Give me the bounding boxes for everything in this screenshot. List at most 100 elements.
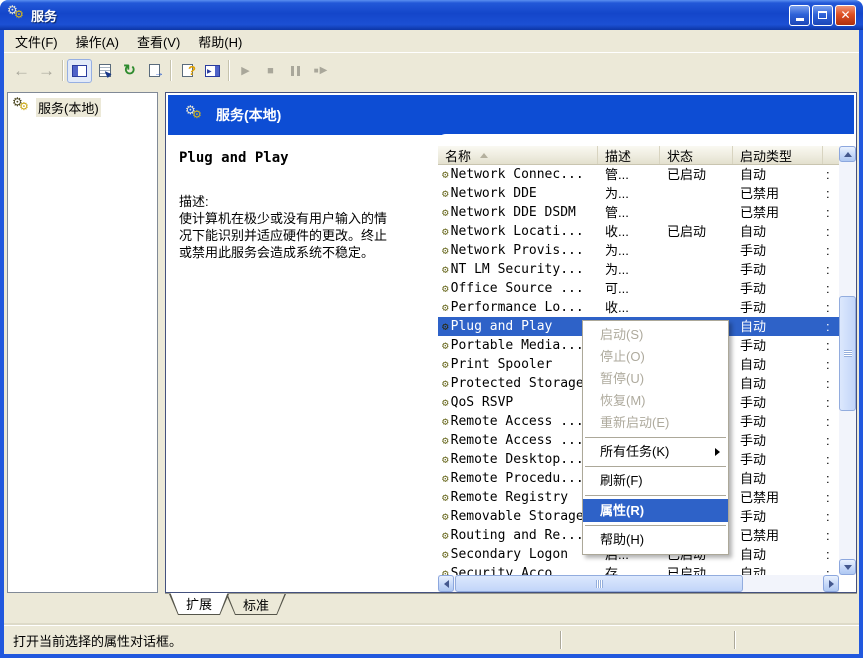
column-header-4[interactable]: 启动类型 [733, 146, 823, 164]
service-row[interactable]: ⚙NT LM Security...为...手动: [438, 260, 839, 279]
service-row[interactable]: ⚙Network Connec...管...已启动自动: [438, 165, 839, 184]
maximize-icon [818, 11, 827, 19]
context-menu-item-resume[interactable]: 恢复(M) [583, 390, 728, 412]
minimize-button[interactable] [789, 5, 810, 26]
service-logon-clip-cell: : [823, 526, 837, 545]
column-header-1[interactable]: 名称 [438, 146, 598, 164]
help-icon [182, 64, 193, 77]
tab-extended[interactable]: 扩展 [169, 594, 229, 615]
service-logon-clip-cell: : [823, 412, 837, 431]
menu-separator [585, 437, 726, 438]
scroll-right-icon [829, 580, 838, 588]
service-name-cell: ⚙Removable Storage [438, 507, 598, 526]
export-list-icon [149, 64, 160, 77]
stop-service-button[interactable] [258, 59, 283, 83]
menu-item-1[interactable]: 操作(A) [67, 30, 128, 53]
service-row[interactable]: ⚙Performance Lo...收...手动: [438, 298, 839, 317]
column-header-2[interactable]: 描述 [598, 146, 660, 164]
vertical-scrollbar[interactable] [839, 146, 856, 575]
service-startup-cell: 手动 [733, 279, 823, 298]
service-gear-icon: ⚙ [442, 416, 449, 427]
column-header-3[interactable]: 状态 [660, 146, 733, 164]
service-gear-icon: ⚙ [442, 302, 449, 313]
tree-item-label: 服务(本地) [36, 98, 101, 117]
service-startup-cell: 自动 [733, 469, 823, 488]
context-menu-item-all-tasks[interactable]: 所有任务(K) [583, 441, 728, 463]
service-logon-clip-cell: : [823, 355, 837, 374]
pause-icon [291, 66, 300, 76]
context-menu-item-restart[interactable]: 重新启动(E) [583, 412, 728, 434]
service-name-cell: ⚙QoS RSVP [438, 393, 598, 412]
menu-item-2[interactable]: 查看(V) [128, 30, 189, 53]
forward-button[interactable] [34, 59, 59, 83]
service-row[interactable]: ⚙Network Provis...为...手动: [438, 241, 839, 260]
restart-service-button[interactable] [308, 59, 333, 83]
services-gears-icon: ⚙⚙ [12, 100, 31, 115]
service-logon-clip-cell: : [823, 431, 837, 450]
context-menu-item-help[interactable]: 帮助(H) [583, 529, 728, 551]
menu-separator [585, 495, 726, 496]
scroll-left-icon [440, 580, 449, 588]
properties-button[interactable] [92, 59, 117, 83]
service-row[interactable]: ⚙Network Locati...收...已启动自动: [438, 222, 839, 241]
back-button[interactable] [9, 59, 34, 83]
service-name-cell: ⚙Network Locati... [438, 222, 598, 241]
service-logon-clip-cell: : [823, 545, 837, 564]
service-startup-cell: 手动 [733, 336, 823, 355]
service-startup-cell: 手动 [733, 412, 823, 431]
menu-item-3[interactable]: 帮助(H) [189, 30, 251, 53]
refresh-button[interactable] [117, 59, 142, 83]
context-menu-item-refresh[interactable]: 刷新(F) [583, 470, 728, 492]
service-status-cell: 已启动 [660, 222, 733, 241]
action-pane-icon [205, 65, 220, 77]
service-desc-cell: 为... [598, 241, 660, 260]
service-desc-cell: 为... [598, 260, 660, 279]
service-gear-icon: ⚙ [442, 283, 449, 294]
service-gear-icon: ⚙ [442, 359, 449, 370]
service-name-cell: ⚙Remote Procedu... [438, 469, 598, 488]
details-header-band: ⚙⚙ 服务(本地) [168, 95, 854, 135]
service-startup-cell: 已禁用 [733, 203, 823, 222]
details-pane: ⚙⚙ 服务(本地) Plug and Play 描述: 使计算机在极少或没有用户… [165, 92, 857, 593]
service-logon-clip-cell: : [823, 336, 837, 355]
tab-standard[interactable]: 标准 [226, 594, 286, 615]
service-name-cell: ⚙Network DDE DSDM [438, 203, 598, 222]
scroll-left-button[interactable] [438, 575, 454, 592]
vertical-scroll-thumb[interactable] [839, 296, 856, 411]
service-row[interactable]: ⚙Network DDE为...已禁用: [438, 184, 839, 203]
service-name-cell: ⚙Plug and Play [438, 317, 598, 336]
list-header: 名称描述状态启动类型 [438, 146, 839, 165]
service-logon-clip-cell: : [823, 469, 837, 488]
toolbar-separator [62, 60, 64, 81]
context-menu-item-start[interactable]: 启动(S) [583, 324, 728, 346]
export-list-button[interactable] [142, 59, 167, 83]
console-tree-icon [72, 65, 87, 77]
status-divider [734, 631, 736, 649]
scroll-up-button[interactable] [839, 146, 856, 162]
close-button[interactable]: ✕ [835, 5, 856, 26]
tree-item-services-local[interactable]: ⚙⚙ 服务(本地) [10, 98, 103, 117]
services-gears-icon: ⚙⚙ [185, 108, 204, 123]
title-bar: ⚙⚙ 服务 ✕ [0, 0, 863, 30]
help-button[interactable] [175, 59, 200, 83]
menu-item-0[interactable]: 文件(F) [6, 30, 67, 53]
context-menu-item-stop[interactable]: 停止(O) [583, 346, 728, 368]
show-hide-console-tree-button[interactable] [67, 59, 92, 83]
forward-arrow-icon [38, 62, 55, 79]
service-row[interactable]: ⚙Network DDE DSDM管...已禁用: [438, 203, 839, 222]
context-menu-item-properties[interactable]: 属性(R) [583, 499, 728, 522]
service-desc-cell: 收... [598, 298, 660, 317]
horizontal-scrollbar[interactable] [438, 575, 839, 592]
context-menu-item-pause[interactable]: 暂停(U) [583, 368, 728, 390]
show-hide-action-pane-button[interactable] [200, 59, 225, 83]
services-gears-icon: ⚙⚙ [7, 8, 26, 23]
start-service-button[interactable] [233, 59, 258, 83]
scroll-down-button[interactable] [839, 559, 856, 575]
maximize-button[interactable] [812, 5, 833, 26]
pause-service-button[interactable] [283, 59, 308, 83]
horizontal-scroll-thumb[interactable] [455, 575, 743, 592]
scroll-right-button[interactable] [823, 575, 839, 592]
tab-face: 扩展 [169, 593, 229, 614]
service-logon-clip-cell: : [823, 203, 837, 222]
service-row[interactable]: ⚙Office Source ...可...手动: [438, 279, 839, 298]
